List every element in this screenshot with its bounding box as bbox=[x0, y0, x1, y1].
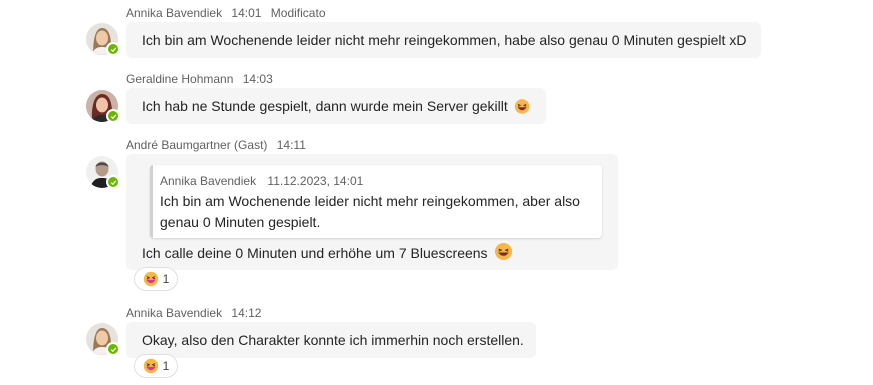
message-text: Okay, also den Charakter konnte ich imme… bbox=[142, 332, 524, 348]
avatar[interactable] bbox=[86, 156, 120, 189]
presence-available-icon bbox=[106, 175, 120, 189]
quote-text: Ich bin am Wochenende leider nicht mehr … bbox=[160, 193, 580, 230]
grinning-squinting-face-icon bbox=[494, 242, 512, 261]
message-bubble[interactable]: Ich hab ne Stunde gespielt, dann wurde m… bbox=[126, 88, 546, 124]
quote-author: Annika Bavendiek bbox=[160, 174, 257, 188]
author-name: Annika Bavendiek bbox=[126, 306, 223, 320]
message-bubble[interactable]: Ich bin am Wochenende leider nicht mehr … bbox=[126, 22, 761, 58]
presence-available-icon bbox=[106, 342, 120, 356]
message-text: Ich calle deine 0 Minuten und erhöhe um … bbox=[142, 245, 488, 261]
message-header: Annika Bavendiek 14:12 bbox=[126, 306, 267, 320]
message-header: André Baumgartner (Gast) 14:11 bbox=[126, 138, 312, 152]
quoted-message[interactable]: Annika Bavendiek 11.12.2023, 14:01 Ich b… bbox=[150, 165, 602, 238]
quote-accent-bar bbox=[150, 165, 153, 238]
laughing-face-icon bbox=[143, 271, 158, 287]
reaction-button[interactable]: 1 bbox=[134, 267, 178, 291]
reaction-count: 1 bbox=[162, 359, 170, 373]
avatar[interactable] bbox=[86, 23, 120, 56]
reaction-count: 1 bbox=[162, 272, 170, 286]
timestamp: 14:11 bbox=[276, 138, 306, 152]
message-bubble[interactable]: Okay, also den Charakter konnte ich imme… bbox=[126, 322, 536, 358]
avatar[interactable] bbox=[86, 90, 120, 123]
reaction-button[interactable]: 1 bbox=[134, 354, 178, 378]
message-header: Annika Bavendiek 14:01 Modificato bbox=[126, 6, 332, 20]
message-text: Ich bin am Wochenende leider nicht mehr … bbox=[142, 32, 747, 48]
author-name: André Baumgartner (Gast) bbox=[126, 138, 268, 152]
presence-available-icon bbox=[106, 42, 120, 56]
edited-label: Modificato bbox=[270, 6, 326, 20]
avatar[interactable] bbox=[86, 323, 120, 356]
message-text: Ich hab ne Stunde gespielt, dann wurde m… bbox=[142, 98, 508, 114]
grinning-squinting-face-icon bbox=[514, 98, 530, 114]
author-name: Annika Bavendiek bbox=[126, 6, 223, 20]
timestamp: 14:03 bbox=[242, 72, 273, 86]
quote-header: Annika Bavendiek 11.12.2023, 14:01 bbox=[160, 174, 371, 188]
timestamp: 14:01 bbox=[231, 6, 262, 20]
timestamp: 14:12 bbox=[231, 306, 262, 320]
author-name: Geraldine Hohmann bbox=[126, 72, 234, 86]
message-header: Geraldine Hohmann 14:03 bbox=[126, 72, 279, 86]
quote-datetime: 11.12.2023, 14:01 bbox=[267, 174, 364, 188]
presence-available-icon bbox=[106, 109, 120, 123]
laughing-face-icon bbox=[143, 358, 158, 374]
